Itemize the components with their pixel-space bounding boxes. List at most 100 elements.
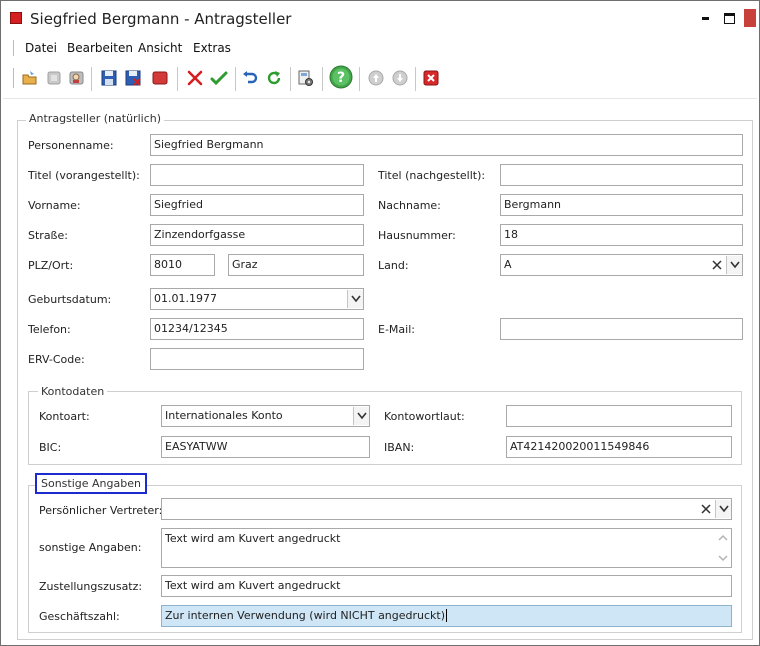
ort-input[interactable]: Graz [228, 254, 364, 276]
zustellung-input[interactable]: Text wird am Kuvert angedruckt [161, 575, 732, 597]
land-label: Land: [378, 259, 409, 272]
delete-button[interactable] [186, 69, 204, 87]
textarea-scrollbar[interactable] [716, 530, 730, 566]
telefon-label: Telefon: [28, 323, 71, 336]
land-value: A [504, 258, 512, 271]
geburtsdatum-picker[interactable]: 01.01.1977 [150, 288, 364, 310]
app-icon [10, 12, 22, 24]
hausnummer-input[interactable]: 18 [500, 224, 743, 246]
clear-x-icon [712, 260, 722, 270]
menu-datei[interactable]: Datei [25, 41, 57, 55]
menu-bearbeiten[interactable]: Bearbeiten [67, 41, 133, 55]
vertreter-label: Persönlicher Vertreter: [39, 504, 163, 517]
kontoart-label: Kontoart: [39, 410, 90, 423]
bic-input[interactable]: EASYATWW [161, 436, 370, 458]
kontowortlaut-input[interactable] [506, 405, 732, 427]
refresh-button[interactable] [265, 69, 283, 87]
geburtsdatum-dropdown-button[interactable] [347, 290, 363, 308]
land-dropdown-button[interactable] [726, 256, 742, 274]
toolbar-separator [91, 67, 92, 91]
help-button[interactable]: ? [329, 65, 353, 89]
menu-ansicht[interactable]: Ansicht [138, 41, 182, 55]
toolbar-separator [322, 67, 323, 91]
personenname-input[interactable]: Siegfried Bergmann [150, 134, 743, 156]
scroll-up-icon[interactable] [718, 533, 728, 543]
nachname-label: Nachname: [378, 199, 441, 212]
text-caret [446, 609, 448, 622]
scroll-down-icon[interactable] [718, 553, 728, 563]
user-search-button[interactable] [68, 69, 86, 87]
bic-label: BIC: [39, 441, 62, 454]
open-folder-icon [22, 71, 37, 85]
vertreter-clear-button[interactable] [698, 500, 714, 518]
svg-text:?: ? [337, 70, 345, 86]
stop-button[interactable] [151, 69, 169, 87]
confirm-check-icon [210, 71, 228, 86]
kontoart-dropdown-button[interactable] [353, 407, 369, 425]
strasse-label: Straße: [28, 229, 68, 242]
undo-button[interactable] [241, 69, 259, 87]
konto-legend: Kontodaten [38, 385, 108, 398]
vertreter-dropdown-button[interactable] [715, 500, 731, 518]
titel-vor-input[interactable] [150, 164, 364, 186]
toolbar: ? [1, 63, 759, 95]
minimize-button[interactable] [700, 11, 714, 25]
stop-icon [152, 71, 168, 85]
menu-bar: Datei Bearbeiten Ansicht Extras [1, 37, 759, 59]
previous-icon [368, 70, 384, 86]
previous-button[interactable] [367, 69, 385, 87]
save-close-icon [125, 70, 141, 86]
window-title: Siegfried Bergmann - Antragsteller [30, 10, 292, 28]
open-button[interactable] [21, 69, 39, 87]
vertreter-select[interactable] [161, 498, 732, 520]
iban-input[interactable]: AT421420020011549846 [506, 436, 732, 458]
land-select[interactable]: A [500, 254, 743, 276]
menu-grip [13, 40, 15, 56]
land-clear-button[interactable] [709, 256, 725, 274]
menu-extras[interactable]: Extras [193, 41, 231, 55]
application-window: Siegfried Bergmann - Antragsteller Datei… [0, 0, 760, 646]
nachname-input[interactable]: Bergmann [500, 194, 743, 216]
sonstige-legend[interactable]: Sonstige Angaben [35, 473, 147, 494]
save-button[interactable] [100, 69, 118, 87]
save-close-button[interactable] [124, 69, 142, 87]
next-button[interactable] [391, 69, 409, 87]
undo-icon [243, 71, 258, 84]
titel-nach-input[interactable] [500, 164, 743, 186]
email-input[interactable] [500, 318, 743, 340]
delete-cross-icon [187, 70, 203, 86]
hausnummer-label: Hausnummer: [378, 229, 456, 242]
toolbar-separator [359, 67, 360, 91]
kontoart-select[interactable]: Internationales Konto [161, 405, 370, 427]
toolbar-separator [235, 67, 236, 91]
maximize-button[interactable] [723, 11, 737, 25]
geschaeftszahl-input[interactable]: Zur internen Verwendung (wird NICHT ange… [161, 605, 732, 627]
plz-input[interactable]: 8010 [150, 254, 215, 276]
document-button[interactable] [45, 69, 63, 87]
close-record-button[interactable] [422, 69, 440, 87]
sonstige-angaben-text: Text wird am Kuvert angedruckt [165, 532, 341, 545]
erv-input[interactable] [150, 348, 364, 370]
vorname-input[interactable]: Siegfried [150, 194, 364, 216]
user-search-icon [69, 71, 84, 85]
strasse-input[interactable]: Zinzendorfgasse [150, 224, 364, 246]
settings-button[interactable] [297, 69, 315, 87]
plzort-label: PLZ/Ort: [28, 259, 74, 272]
chevron-down-icon [357, 412, 367, 420]
next-icon [392, 70, 408, 86]
geschaeftszahl-value: Zur internen Verwendung (wird NICHT ange… [165, 609, 446, 622]
chevron-down-icon [351, 295, 361, 303]
telefon-input[interactable]: 01234/12345 [150, 318, 364, 340]
disabled-doc-icon [47, 71, 61, 85]
chevron-down-icon [719, 505, 729, 513]
confirm-button[interactable] [210, 69, 228, 87]
save-icon [101, 70, 117, 86]
iban-label: IBAN: [384, 441, 415, 454]
toolbar-separator [177, 67, 178, 91]
close-window-button[interactable] [744, 9, 756, 27]
email-label: E-Mail: [378, 323, 415, 336]
chevron-down-icon [730, 261, 740, 269]
geburtsdatum-value: 01.01.1977 [154, 292, 217, 305]
sonstige-angaben-textarea[interactable]: Text wird am Kuvert angedruckt [161, 528, 732, 568]
titel-vor-label: Titel (vorangestellt): [28, 169, 140, 182]
